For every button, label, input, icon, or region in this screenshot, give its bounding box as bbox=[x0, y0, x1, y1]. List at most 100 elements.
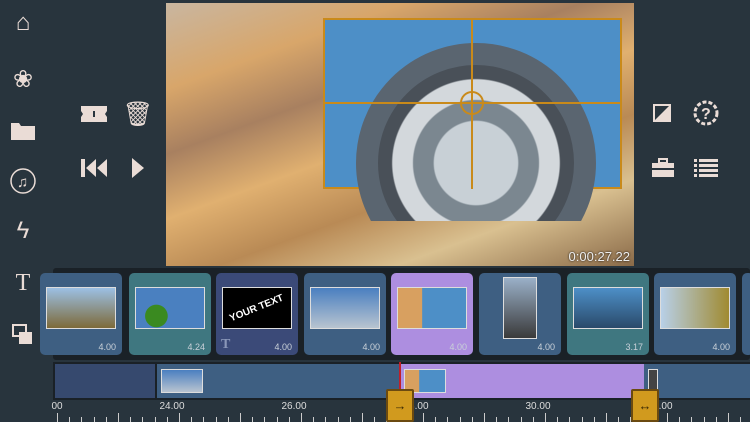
ruler-tick bbox=[691, 417, 693, 422]
ruler-tick bbox=[667, 413, 668, 422]
clip-thumbnail bbox=[310, 287, 380, 329]
ruler-tick bbox=[240, 413, 241, 422]
text-clip-badge: T bbox=[221, 337, 231, 352]
crosshair-center[interactable] bbox=[460, 91, 484, 115]
clip[interactable]: 4.00 bbox=[304, 273, 386, 355]
video-preview[interactable]: 0:00:27.22 bbox=[166, 3, 634, 266]
ruler-tick bbox=[740, 417, 742, 422]
clip[interactable]: 4.24 bbox=[129, 273, 211, 355]
ruler-tick bbox=[191, 417, 193, 422]
home-icon[interactable]: ⌂ bbox=[8, 8, 38, 38]
clip[interactable]: 4.00 bbox=[479, 273, 561, 355]
ruler-tick bbox=[57, 413, 58, 422]
ruler-label: 26.00 bbox=[281, 401, 307, 412]
split-icon[interactable] bbox=[80, 102, 108, 126]
ruler-tick bbox=[728, 413, 729, 422]
ruler-tick bbox=[593, 417, 595, 422]
trim-end-handle[interactable]: ↔ bbox=[631, 389, 659, 422]
list-icon[interactable] bbox=[692, 156, 720, 180]
ruler-label: 30.00 bbox=[525, 401, 551, 412]
ruler-label: 24.00 bbox=[159, 401, 185, 412]
text-icon[interactable]: T bbox=[8, 268, 38, 298]
clip-thumbnail: YOUR TEXT bbox=[222, 287, 292, 329]
ruler-tick bbox=[508, 417, 510, 422]
effects-icon[interactable]: ❀ bbox=[8, 64, 38, 94]
svg-text:?: ? bbox=[701, 106, 711, 123]
ruler-tick bbox=[606, 413, 607, 422]
svg-text:♫: ♫ bbox=[17, 174, 28, 191]
ruler-tick bbox=[105, 417, 107, 422]
ruler-tick bbox=[154, 417, 156, 422]
skip-back-icon[interactable] bbox=[80, 156, 110, 180]
clip-thumbnail bbox=[503, 277, 537, 339]
timecode: 0:00:27.22 bbox=[568, 249, 630, 264]
ruler-tick bbox=[484, 413, 485, 422]
clip[interactable]: 4.00 bbox=[654, 273, 736, 355]
ruler-tick bbox=[301, 413, 302, 422]
folder-icon[interactable] bbox=[8, 115, 38, 145]
clip[interactable]: YOUR TEXT T 4.00 bbox=[216, 273, 298, 355]
image-adjust-icon[interactable] bbox=[650, 101, 674, 125]
clip-duration: 4.00 bbox=[274, 342, 292, 352]
toolbox-icon[interactable] bbox=[650, 156, 676, 180]
clip-thumbnail bbox=[573, 287, 643, 329]
trash-icon[interactable]: 🗑 bbox=[123, 101, 153, 128]
play-icon[interactable] bbox=[126, 156, 150, 180]
clip-selected[interactable]: 4.00 bbox=[391, 273, 473, 355]
ruler-tick bbox=[618, 417, 620, 422]
clip-duration: 4.00 bbox=[362, 342, 380, 352]
timeline-segment[interactable] bbox=[157, 364, 400, 398]
clip[interactable]: 3.17 bbox=[567, 273, 649, 355]
clip-thumbnail bbox=[46, 287, 116, 329]
ruler-tick bbox=[715, 417, 717, 422]
ruler-tick bbox=[276, 417, 278, 422]
ruler-tick bbox=[459, 417, 461, 422]
ruler-tick bbox=[227, 417, 229, 422]
ruler-tick bbox=[93, 417, 95, 422]
trim-start-handle[interactable]: → bbox=[386, 389, 414, 422]
ruler-tick bbox=[215, 417, 217, 422]
ruler-tick bbox=[142, 417, 144, 422]
ruler-tick bbox=[130, 417, 132, 422]
ruler-tick bbox=[69, 417, 71, 422]
clip-duration: 4.24 bbox=[187, 342, 205, 352]
ruler-tick bbox=[349, 417, 351, 422]
ruler-tick bbox=[423, 413, 424, 422]
ruler-tick bbox=[447, 417, 449, 422]
clip-duration: 3.17 bbox=[625, 342, 643, 352]
transition-icon[interactable]: ϟ bbox=[8, 216, 38, 246]
playhead[interactable] bbox=[399, 362, 401, 392]
ruler-tick bbox=[581, 417, 583, 422]
ruler-tick bbox=[679, 417, 681, 422]
clip[interactable] bbox=[742, 273, 750, 355]
music-icon[interactable]: ♫ bbox=[8, 166, 38, 196]
ruler-tick bbox=[496, 417, 498, 422]
ruler-tick bbox=[179, 413, 180, 422]
ruler-tick bbox=[337, 417, 339, 422]
clip-strip[interactable]: 4.00 4.24 YOUR TEXT T 4.00 4.00 4.00 4.00 … bbox=[40, 268, 750, 360]
ruler-tick bbox=[166, 417, 168, 422]
ruler-tick bbox=[532, 417, 534, 422]
timeline-segment[interactable] bbox=[644, 364, 750, 398]
ruler-tick bbox=[569, 417, 571, 422]
ruler-tick bbox=[557, 417, 559, 422]
ruler-tick bbox=[374, 417, 376, 422]
ruler-tick bbox=[288, 417, 290, 422]
clip[interactable]: 4.00 bbox=[40, 273, 122, 355]
ruler-tick bbox=[81, 417, 83, 422]
timeline-segment[interactable] bbox=[55, 364, 155, 398]
ruler-tick bbox=[703, 417, 705, 422]
clip-duration: 4.00 bbox=[712, 342, 730, 352]
ruler-tick bbox=[264, 417, 266, 422]
ruler-label: 00 bbox=[51, 401, 63, 412]
ruler-tick bbox=[435, 417, 437, 422]
text-title-preview: YOUR TEXT bbox=[228, 292, 286, 324]
clip-thumbnail bbox=[397, 287, 467, 329]
ruler-tick bbox=[471, 417, 473, 422]
overlay-icon[interactable] bbox=[8, 320, 38, 350]
timeline-segment-selected[interactable] bbox=[400, 364, 644, 398]
help-icon[interactable]: ? bbox=[692, 99, 720, 127]
clip-thumbnail bbox=[660, 287, 730, 329]
clip-duration: 4.00 bbox=[537, 342, 555, 352]
ruler-tick bbox=[313, 417, 315, 422]
